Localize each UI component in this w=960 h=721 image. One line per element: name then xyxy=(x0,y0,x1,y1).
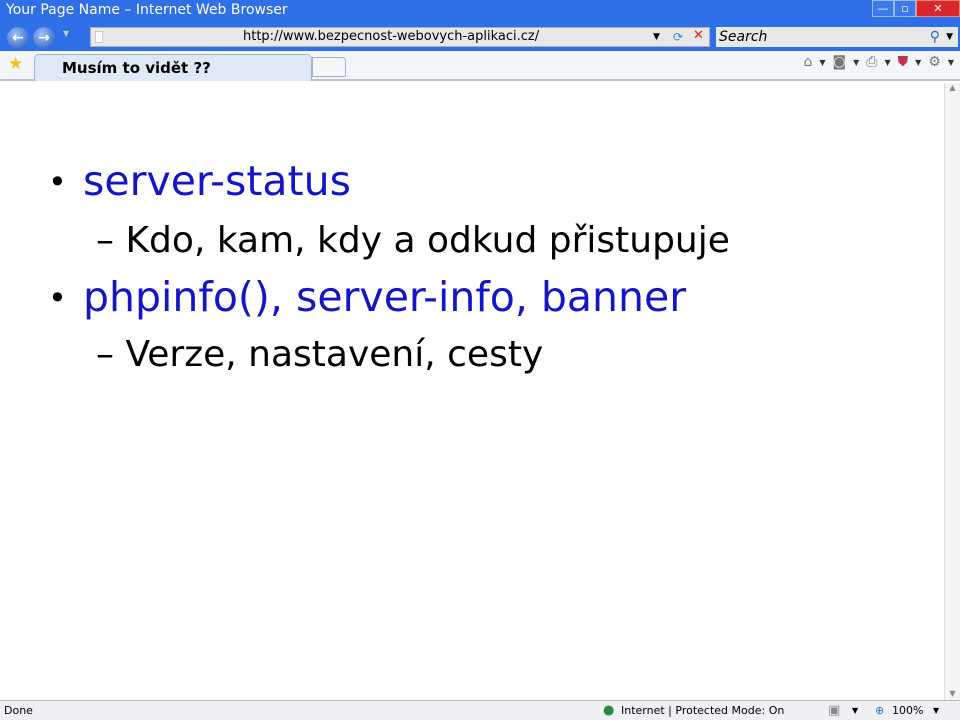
search-placeholder: Search xyxy=(719,29,768,45)
security-zone[interactable]: Internet | Protected Mode: On xyxy=(621,701,784,721)
home-dropdown-icon[interactable]: ▼ xyxy=(819,58,825,67)
safety-shield-icon[interactable]: ⛊ xyxy=(898,54,909,70)
tools-dropdown-icon[interactable]: ▼ xyxy=(948,58,954,67)
zoom-icon[interactable]: ⊕ xyxy=(875,701,884,721)
bullet-icon: • xyxy=(48,163,67,201)
favorites-star-icon[interactable]: ★ xyxy=(8,54,23,74)
back-button[interactable]: ← xyxy=(7,27,29,49)
search-icon[interactable]: ⚲ xyxy=(930,27,940,47)
bullet-text: phpinfo(), server-info, banner xyxy=(83,273,687,321)
restore-button[interactable]: ▫ xyxy=(894,0,916,17)
address-bar[interactable]: http://www.bezpecnost-webovych-aplikaci.… xyxy=(90,27,710,47)
gear-icon[interactable]: ⚙ xyxy=(928,54,941,70)
history-dropdown-icon[interactable]: ▼ xyxy=(63,29,69,38)
status-bar: Done ● Internet | Protected Mode: On ▣ ▼… xyxy=(0,700,960,720)
safety-dropdown-icon[interactable]: ▼ xyxy=(915,58,921,67)
command-bar: ⌂ ▼ ◙ ▼ ⎙ ▼ ⛊ ▼ ⚙ ▼ xyxy=(803,54,954,70)
address-input[interactable]: http://www.bezpecnost-webovych-aplikaci.… xyxy=(243,28,539,46)
sub-bullet-text: Kdo, kam, kdy a odkud přistupuje xyxy=(125,220,730,261)
bullet-text: server-status xyxy=(83,157,351,205)
page-content: • server-status – Kdo, kam, kdy a odkud p… xyxy=(0,83,944,700)
address-dropdown-icon[interactable]: ▼ xyxy=(653,28,660,46)
minimize-button[interactable]: — xyxy=(872,0,894,17)
tab-active[interactable]: Musím to vidět ?? xyxy=(34,54,312,81)
tab-bar: ★ Musím to vidět ?? ⌂ ▼ ◙ ▼ ⎙ ▼ ⛊ ▼ ⚙ ▼ xyxy=(0,51,960,81)
title-bar: Your Page Name – Internet Web Browser — … xyxy=(0,0,960,24)
close-button[interactable]: ✕ xyxy=(916,0,960,17)
lock-icon[interactable]: ▣ xyxy=(828,701,840,721)
scroll-down-icon[interactable]: ▼ xyxy=(945,689,960,698)
search-input[interactable]: Search ⚲ ▼ xyxy=(716,27,958,47)
zoom-dropdown-icon[interactable]: ▼ xyxy=(933,701,939,721)
stop-icon[interactable]: ✕ xyxy=(693,27,704,45)
home-icon[interactable]: ⌂ xyxy=(803,54,812,70)
globe-icon: ● xyxy=(603,703,615,718)
feeds-icon[interactable]: ◙ xyxy=(833,54,847,70)
zoom-level[interactable]: 100% xyxy=(892,701,923,721)
window-title: Your Page Name – Internet Web Browser xyxy=(6,2,288,18)
refresh-icon[interactable]: ⟳ xyxy=(673,28,683,46)
scroll-up-icon[interactable]: ▲ xyxy=(945,83,960,92)
forward-button[interactable]: → xyxy=(33,27,55,49)
status-text: Done xyxy=(4,704,33,717)
print-dropdown-icon[interactable]: ▼ xyxy=(884,58,890,67)
print-icon[interactable]: ⎙ xyxy=(866,54,877,70)
bullet-icon: • xyxy=(48,279,67,317)
sub-bullet-item: – Kdo, kam, kdy a odkud přistupuje xyxy=(96,220,730,261)
lock-dropdown-icon[interactable]: ▼ xyxy=(852,701,858,721)
feeds-dropdown-icon[interactable]: ▼ xyxy=(853,58,859,67)
navigation-bar: ← → ▼ http://www.bezpecnost-webovych-apl… xyxy=(0,24,960,51)
new-tab-button[interactable] xyxy=(312,57,346,77)
vertical-scrollbar[interactable]: ▲ ▼ xyxy=(944,83,960,700)
sub-bullet-item: – Verze, nastavení, cesty xyxy=(96,334,544,375)
search-dropdown-icon[interactable]: ▼ xyxy=(946,27,953,47)
sub-bullet-text: Verze, nastavení, cesty xyxy=(125,334,544,375)
page-icon xyxy=(95,31,103,43)
